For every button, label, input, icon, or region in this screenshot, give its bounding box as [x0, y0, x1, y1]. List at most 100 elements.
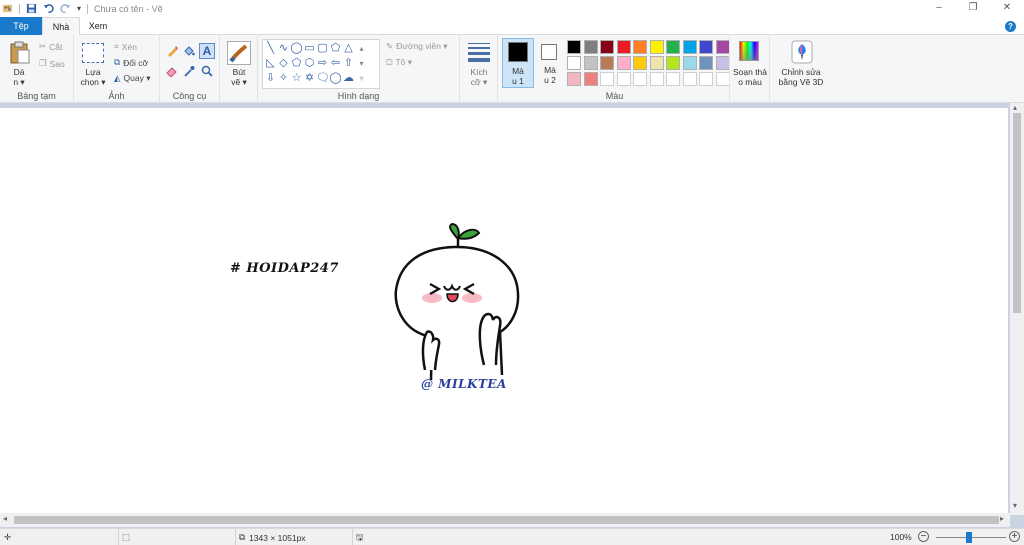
zoom-in-icon: +	[1009, 531, 1020, 542]
horizontal-scrollbar[interactable]: ◂ ▸	[0, 513, 1010, 527]
select-button[interactable]: Lựa chọn ▾	[76, 67, 110, 87]
crop-button[interactable]: ⌗ Xén	[114, 41, 137, 52]
colors-group: Màu	[500, 35, 730, 103]
drawing-canvas[interactable]: # HOIDAP247 @ MILKTEA	[0, 108, 1008, 513]
vertical-scrollbar[interactable]: ▴ ▾	[1010, 103, 1024, 515]
select-icon[interactable]	[82, 43, 104, 63]
disk-icon: 🖫	[356, 532, 364, 542]
edit-with-paint3d-button[interactable]: Chỉnh sửa bằng Vẽ 3D	[770, 35, 832, 103]
color-picker-icon[interactable]	[183, 65, 195, 77]
maximize-button[interactable]: ❐	[956, 0, 990, 17]
size-button[interactable]: Kích cỡ ▾	[462, 67, 496, 87]
image-size: ⧉ 1343 × 1051px	[239, 532, 306, 543]
milktea-sprout-drawing	[394, 222, 520, 380]
close-button[interactable]: ✕	[990, 0, 1024, 17]
magnifier-icon[interactable]	[201, 65, 213, 77]
shape-rectangle-icon[interactable]: ▭	[303, 41, 316, 56]
shapes-group-label: Hình dạng	[337, 91, 380, 101]
brush-icon[interactable]	[227, 41, 251, 65]
clipboard-group-label: Bảng tạm	[17, 91, 56, 101]
file-size: 🖫	[356, 532, 363, 545]
zoom-out-button[interactable]: −	[918, 531, 929, 542]
tools-group-label: Công cụ	[172, 91, 207, 101]
selection-size: ⬚	[122, 532, 130, 543]
tab-view[interactable]: Xem	[80, 17, 116, 35]
shape-right-triangle-icon[interactable]: ◺	[264, 56, 277, 71]
gallery-more-icon[interactable]: ▿	[355, 71, 368, 86]
shape-arrow-left-icon[interactable]: ⇦	[329, 56, 342, 71]
scroll-up-icon[interactable]: ▴	[355, 41, 368, 56]
shape-arrow-down-icon[interactable]: ⇩	[264, 71, 277, 86]
size-icon[interactable]	[468, 43, 490, 62]
eraser-icon[interactable]	[166, 65, 178, 77]
zoom-level: 100%	[890, 532, 912, 542]
resize-button[interactable]: ⧉ Đổi cỡ	[114, 57, 148, 68]
scroll-down-icon[interactable]: ▾	[355, 56, 368, 71]
cursor-position-icon: ✛	[4, 532, 12, 542]
outline-button[interactable]: ✎ Đường viền ▾	[386, 41, 448, 52]
ribbon: Dá n ▾ ✂ Cắt ❐ Sao Bảng tạm Lựa chọn ▾ ⌗ Xén …	[0, 35, 1024, 103]
canvas-text-hashtag: # HOIDAP247	[230, 261, 339, 276]
paste-icon[interactable]	[9, 41, 31, 65]
resize-icon: ⧉	[114, 57, 121, 67]
rotate-icon: ◭	[114, 73, 121, 83]
zoom-in-button[interactable]: +	[1009, 531, 1020, 542]
shape-curve-icon[interactable]: ∿	[277, 41, 290, 56]
scroll-right-arrow-icon[interactable]: ▸	[1000, 514, 1004, 523]
rotate-button[interactable]: ◭ Quay ▾	[114, 73, 151, 84]
shape-star6-icon[interactable]: ✡	[303, 71, 316, 86]
shape-polygon-icon[interactable]: ⬠	[329, 41, 342, 56]
tab-file[interactable]: Tệp	[0, 17, 42, 35]
image-group: Lựa chọn ▾ ⌗ Xén ⧉ Đổi cỡ ◭ Quay ▾ Ảnh	[74, 35, 160, 103]
vertical-scroll-thumb[interactable]	[1013, 113, 1021, 313]
shape-oval-icon[interactable]: ◯	[290, 41, 303, 56]
help-icon[interactable]: ?	[1005, 21, 1016, 32]
shape-rounded-rectangle-icon[interactable]: ▢	[316, 41, 329, 56]
scroll-left-arrow-icon[interactable]: ◂	[3, 514, 7, 523]
window-title: Chưa có tên - Vẽ	[94, 3, 163, 14]
shape-line-icon[interactable]: ╲	[264, 41, 277, 56]
shape-arrow-right-icon[interactable]: ⇨	[316, 56, 329, 71]
fill-icon: ⛋	[386, 57, 393, 67]
pencil-icon[interactable]	[166, 45, 178, 57]
copy-button[interactable]: ❐ Sao	[39, 58, 65, 69]
shape-callout-rect-icon[interactable]: 🗨	[316, 71, 330, 86]
image-group-label: Ảnh	[108, 91, 125, 101]
brushes-button[interactable]: Bút vẽ ▾	[222, 67, 256, 87]
shapes-grid: ╲ ∿ ◯ ▭ ▢ ⬠ △ ▴ ◺ ◇ ⬠ ⬡ ⇨ ⇦ ⇧ ▾ ⇩ ✧ ☆ ✡ …	[264, 41, 374, 86]
fill-button[interactable]: ⛋ Tô ▾	[386, 57, 412, 68]
scroll-down-arrow-icon[interactable]: ▾	[1013, 501, 1017, 510]
title-bar: ▾ Chưa có tên - Vẽ – ❐ ✕	[0, 0, 1024, 17]
minimize-button[interactable]: –	[922, 0, 956, 17]
paste-button[interactable]: Dá n ▾	[5, 67, 33, 87]
shape-triangle-icon[interactable]: △	[342, 41, 355, 56]
zoom-out-icon: −	[918, 531, 929, 542]
redo-icon[interactable]	[60, 3, 71, 14]
edit-colors-button[interactable]: Soạn thả o màu	[730, 35, 770, 103]
scroll-up-arrow-icon[interactable]: ▴	[1013, 103, 1017, 112]
shape-star5-icon[interactable]: ☆	[290, 71, 303, 86]
text-tool-icon[interactable]: A	[199, 43, 215, 59]
fill-bucket-icon[interactable]	[183, 45, 195, 57]
shape-pentagon-icon[interactable]: ⬠	[290, 56, 303, 71]
shape-diamond-icon[interactable]: ◇	[277, 56, 290, 71]
selection-icon: ⬚	[122, 532, 131, 542]
color-spectrum-icon	[739, 41, 759, 61]
cut-button[interactable]: ✂ Cắt	[39, 41, 62, 52]
scissors-icon: ✂	[39, 41, 47, 51]
undo-icon[interactable]	[43, 3, 54, 14]
customize-toolbar-icon[interactable]: ▾	[77, 4, 81, 13]
tab-home[interactable]: Nhà	[42, 17, 80, 36]
shape-callout-oval-icon[interactable]: ◯	[329, 71, 342, 86]
shape-arrow-up-icon[interactable]: ⇧	[342, 56, 355, 71]
shape-callout-cloud-icon[interactable]: ☁	[342, 71, 355, 86]
size-group: Kích cỡ ▾	[460, 35, 498, 103]
horizontal-scroll-thumb[interactable]	[14, 516, 999, 524]
shape-hexagon-icon[interactable]: ⬡	[303, 56, 316, 71]
save-icon[interactable]	[26, 3, 37, 14]
zoom-slider-thumb[interactable]	[966, 532, 972, 543]
image-size-icon: ⧉	[239, 532, 246, 542]
paint-app-icon	[2, 4, 13, 13]
shape-star4-icon[interactable]: ✧	[277, 71, 290, 86]
status-bar: ✛ ⬚ ⧉ 1343 × 1051px 🖫 100% − +	[0, 528, 1024, 545]
